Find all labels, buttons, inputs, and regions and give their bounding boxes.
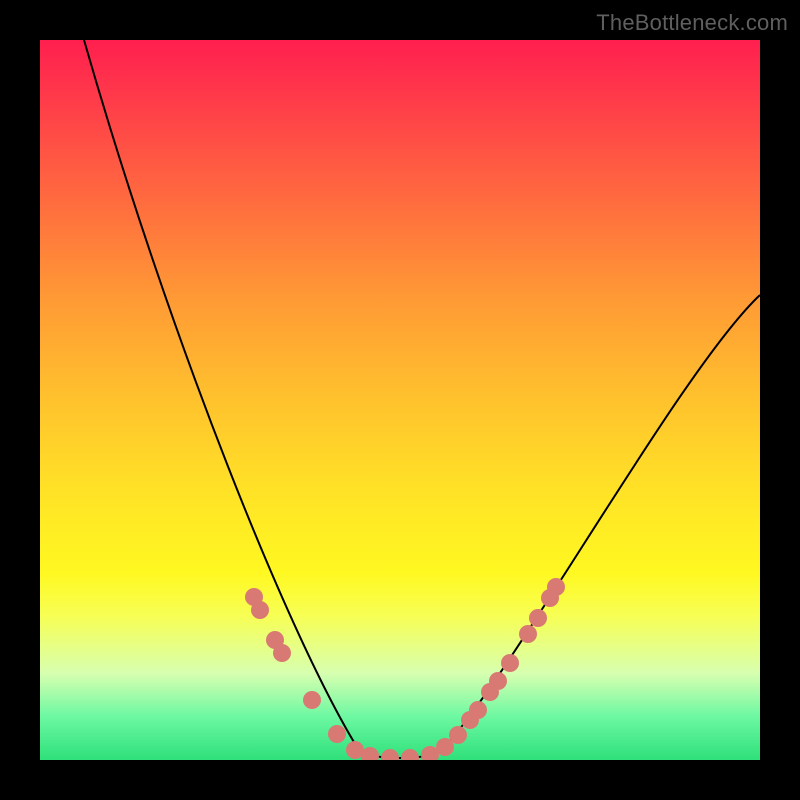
data-marker	[519, 625, 537, 643]
watermark-text: TheBottleneck.com	[596, 10, 788, 36]
data-marker	[469, 701, 487, 719]
data-marker	[547, 578, 565, 596]
data-marker	[489, 672, 507, 690]
plot-area	[40, 40, 760, 760]
bottleneck-curve	[84, 40, 760, 758]
data-marker	[273, 644, 291, 662]
data-marker	[449, 726, 467, 744]
data-marker	[303, 691, 321, 709]
data-marker	[381, 749, 399, 760]
data-marker	[529, 609, 547, 627]
chart-svg	[40, 40, 760, 760]
marker-layer	[245, 578, 565, 760]
data-marker	[251, 601, 269, 619]
data-marker	[501, 654, 519, 672]
data-marker	[401, 749, 419, 760]
chart-frame: TheBottleneck.com	[0, 0, 800, 800]
curve-layer	[84, 40, 760, 758]
data-marker	[328, 725, 346, 743]
